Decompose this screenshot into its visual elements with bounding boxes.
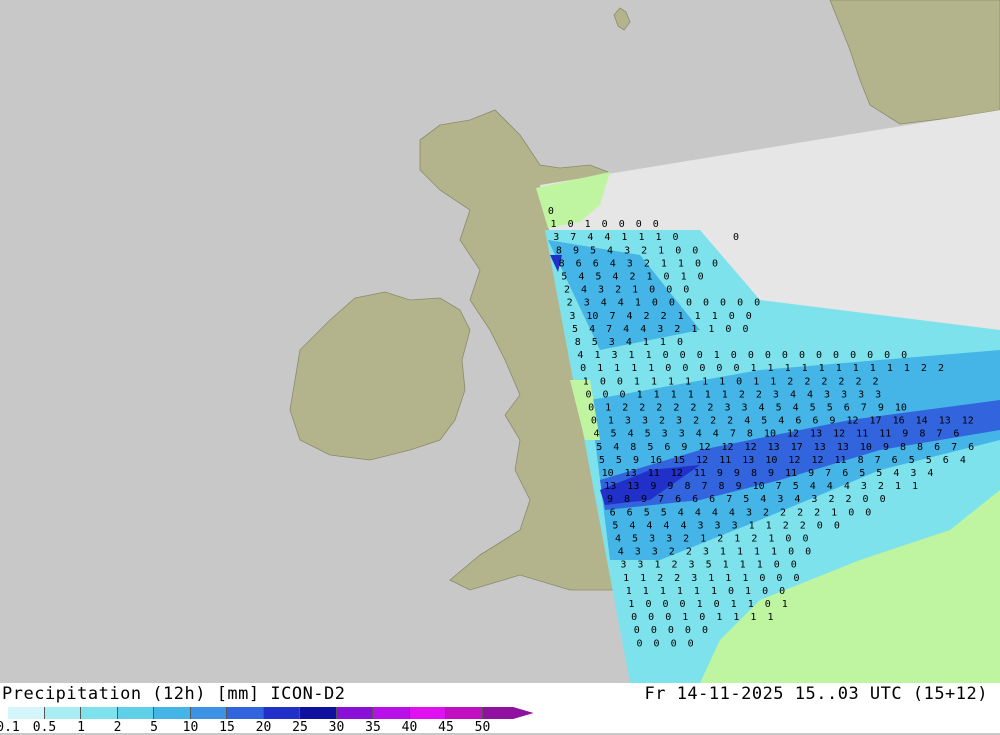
legend-swatch <box>8 707 45 719</box>
precip-value-row: 2 4 3 2 1 0 0 0 <box>564 285 689 296</box>
precip-value-row: 0 0 0 0 <box>636 638 693 649</box>
precip-value-row: 0 0 0 1 0 1 1 1 1 <box>631 612 773 623</box>
precip-value-row: 6 6 5 5 4 4 4 4 3 2 2 2 2 1 0 0 <box>610 507 872 518</box>
precip-value-row: 8 6 6 4 3 2 1 1 0 0 <box>559 258 718 269</box>
precip-value-row: 5 5 9 16 15 12 11 13 10 12 12 11 8 7 6 5… <box>599 455 966 466</box>
precip-value-row: 0 0 0 0 0 <box>634 625 708 636</box>
legend-swatch <box>373 707 410 719</box>
precip-value-row: 3 10 7 4 2 2 1 1 1 0 0 <box>569 311 751 322</box>
precip-value-row: 4 5 4 5 3 3 4 4 7 8 10 12 13 12 11 11 9 … <box>594 429 960 440</box>
precip-value-row: 0 <box>548 206 554 217</box>
valid-time: Fr 14-11-2025 15..03 UTC (15+12) <box>644 684 988 704</box>
precip-value-row: 5 4 4 4 4 3 3 3 1 1 2 2 0 0 <box>612 520 840 531</box>
precip-value-row: 9 8 9 7 6 6 6 7 5 4 3 4 3 2 2 0 0 <box>607 494 886 505</box>
precip-value-row: 4 3 3 2 2 3 1 1 1 1 0 0 <box>618 547 811 558</box>
legend-swatch <box>300 707 337 719</box>
precip-value-row: 0 1 2 2 2 2 2 2 3 3 4 5 4 5 5 6 7 9 10 <box>588 403 907 414</box>
precip-value-row: 1 0 1 0 0 0 0 <box>551 219 659 230</box>
legend-swatch <box>81 707 118 719</box>
precip-value-row: 3 3 1 2 3 5 1 1 1 0 0 <box>620 560 796 571</box>
precip-value-row: 4 5 3 3 2 1 2 1 2 1 0 0 <box>615 534 808 545</box>
precip-value-row: 0 1 1 1 1 0 0 0 0 0 1 1 1 1 1 1 1 1 1 1 … <box>580 363 944 374</box>
precip-value-row: 5 4 5 4 2 1 0 1 0 <box>561 272 703 283</box>
precip-value-row: 0 0 0 1 1 1 1 1 1 2 2 3 4 4 3 3 3 3 <box>585 389 881 400</box>
precip-value-row: 3 7 4 4 1 1 1 0 <box>553 232 678 243</box>
precip-value-row: 5 4 8 5 6 9 12 12 12 13 17 13 13 10 9 8 … <box>596 442 974 453</box>
legend-swatch <box>44 707 81 719</box>
precipitation-map: 0 1 0 1 0 0 0 0 3 7 4 4 1 1 1 0 0 8 9 5 4 3 … <box>0 0 1000 683</box>
precip-value-row: 5 4 7 4 4 3 2 1 1 0 0 <box>572 324 748 335</box>
legend-swatch <box>263 707 300 719</box>
legend-swatch <box>117 707 154 719</box>
precip-value-row: 13 13 9 9 8 7 8 9 10 7 5 4 4 4 3 2 1 1 <box>604 481 918 492</box>
precip-value-row: 8 5 3 4 1 1 0 <box>575 337 683 348</box>
precip-value-row: 1 1 1 1 1 1 0 1 0 0 <box>626 586 785 597</box>
legend-swatch <box>446 707 483 719</box>
precip-value-row: 10 13 11 12 11 9 9 8 9 11 9 7 6 5 5 4 3 … <box>602 468 934 479</box>
product-title: Precipitation (12h) [mm] ICON-D2 <box>2 684 346 704</box>
legend-swatch <box>409 707 446 719</box>
legend-swatch <box>336 707 373 719</box>
footer-bar: Precipitation (12h) [mm] ICON-D2 Fr 14-1… <box>0 683 1000 735</box>
precip-value-row: 0 <box>733 232 739 243</box>
precip-value-row: 1 1 2 2 3 1 1 1 0 0 0 <box>623 573 799 584</box>
precip-value-row: 1 0 0 0 1 0 1 1 0 1 <box>628 599 787 610</box>
legend-swatch <box>190 707 227 719</box>
precip-value-row: 8 9 5 4 3 2 1 0 0 <box>556 245 698 256</box>
legend-swatch <box>154 707 191 719</box>
precip-value-row: 1 0 0 1 1 1 1 1 1 0 1 1 2 2 2 2 2 2 <box>583 376 879 387</box>
precip-value-row: 4 1 3 1 1 0 0 0 1 0 0 0 0 0 0 0 0 0 0 0 <box>577 350 907 361</box>
precip-value-row: 0 1 3 3 2 3 2 2 2 4 5 4 6 6 9 12 17 16 1… <box>591 416 974 427</box>
legend-swatch <box>227 707 264 719</box>
precip-value-row: 2 3 4 4 1 0 0 0 0 0 0 0 <box>567 298 760 309</box>
legend-swatch <box>482 707 534 719</box>
